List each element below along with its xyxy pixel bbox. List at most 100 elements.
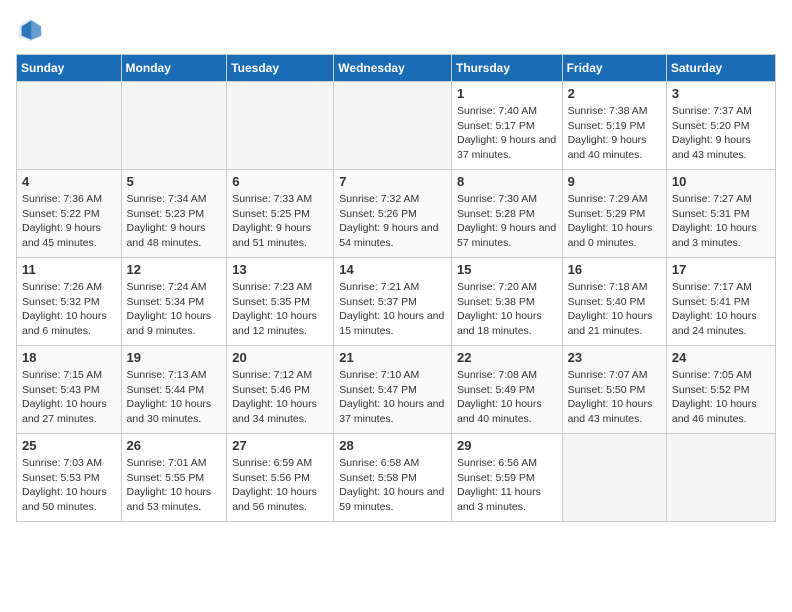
weekday-header-tuesday: Tuesday bbox=[227, 55, 334, 82]
day-number: 24 bbox=[672, 350, 770, 365]
calendar-cell: 14 Sunrise: 7:21 AMSunset: 5:37 PMDayligh… bbox=[334, 258, 452, 346]
day-info: Sunrise: 7:13 AMSunset: 5:44 PMDaylight:… bbox=[127, 368, 222, 427]
day-info: Sunrise: 7:36 AMSunset: 5:22 PMDaylight:… bbox=[22, 192, 116, 251]
day-number: 5 bbox=[127, 174, 222, 189]
day-number: 7 bbox=[339, 174, 446, 189]
calendar-cell: 24 Sunrise: 7:05 AMSunset: 5:52 PMDayligh… bbox=[666, 346, 775, 434]
day-info: Sunrise: 7:08 AMSunset: 5:49 PMDaylight:… bbox=[457, 368, 557, 427]
calendar-week-row: 18 Sunrise: 7:15 AMSunset: 5:43 PMDayligh… bbox=[17, 346, 776, 434]
day-info: Sunrise: 7:15 AMSunset: 5:43 PMDaylight:… bbox=[22, 368, 116, 427]
day-number: 6 bbox=[232, 174, 328, 189]
calendar-week-row: 11 Sunrise: 7:26 AMSunset: 5:32 PMDayligh… bbox=[17, 258, 776, 346]
day-info: Sunrise: 7:21 AMSunset: 5:37 PMDaylight:… bbox=[339, 280, 446, 339]
calendar-cell: 27 Sunrise: 6:59 AMSunset: 5:56 PMDayligh… bbox=[227, 434, 334, 522]
day-info: Sunrise: 7:37 AMSunset: 5:20 PMDaylight:… bbox=[672, 104, 770, 163]
day-info: Sunrise: 7:29 AMSunset: 5:29 PMDaylight:… bbox=[568, 192, 661, 251]
day-number: 17 bbox=[672, 262, 770, 277]
calendar-cell bbox=[562, 434, 666, 522]
calendar-week-row: 1Sunrise: 7:40 AMSunset: 5:17 PMDaylight… bbox=[17, 82, 776, 170]
calendar-cell: 9 Sunrise: 7:29 AMSunset: 5:29 PMDaylight… bbox=[562, 170, 666, 258]
calendar-cell bbox=[334, 82, 452, 170]
calendar-cell: 23 Sunrise: 7:07 AMSunset: 5:50 PMDayligh… bbox=[562, 346, 666, 434]
day-number: 12 bbox=[127, 262, 222, 277]
day-info: Sunrise: 7:17 AMSunset: 5:41 PMDaylight:… bbox=[672, 280, 770, 339]
weekday-header-row: SundayMondayTuesdayWednesdayThursdayFrid… bbox=[17, 55, 776, 82]
day-number: 11 bbox=[22, 262, 116, 277]
calendar-cell: 16 Sunrise: 7:18 AMSunset: 5:40 PMDayligh… bbox=[562, 258, 666, 346]
day-info: Sunrise: 7:32 AMSunset: 5:26 PMDaylight:… bbox=[339, 192, 446, 251]
weekday-header-thursday: Thursday bbox=[451, 55, 562, 82]
day-info: Sunrise: 7:18 AMSunset: 5:40 PMDaylight:… bbox=[568, 280, 661, 339]
day-info: Sunrise: 7:12 AMSunset: 5:46 PMDaylight:… bbox=[232, 368, 328, 427]
day-number: 2 bbox=[568, 86, 661, 101]
weekday-header-friday: Friday bbox=[562, 55, 666, 82]
day-number: 14 bbox=[339, 262, 446, 277]
calendar-cell: 6 Sunrise: 7:33 AMSunset: 5:25 PMDaylight… bbox=[227, 170, 334, 258]
day-number: 25 bbox=[22, 438, 116, 453]
logo bbox=[16, 16, 48, 44]
day-number: 26 bbox=[127, 438, 222, 453]
calendar-cell: 13 Sunrise: 7:23 AMSunset: 5:35 PMDayligh… bbox=[227, 258, 334, 346]
calendar-cell: 28 Sunrise: 6:58 AMSunset: 5:58 PMDayligh… bbox=[334, 434, 452, 522]
day-info: Sunrise: 6:59 AMSunset: 5:56 PMDaylight:… bbox=[232, 456, 328, 515]
day-number: 1 bbox=[457, 86, 557, 101]
weekday-header-monday: Monday bbox=[121, 55, 227, 82]
calendar-cell: 17 Sunrise: 7:17 AMSunset: 5:41 PMDayligh… bbox=[666, 258, 775, 346]
day-info: Sunrise: 7:01 AMSunset: 5:55 PMDaylight:… bbox=[127, 456, 222, 515]
day-info: Sunrise: 7:03 AMSunset: 5:53 PMDaylight:… bbox=[22, 456, 116, 515]
calendar-cell: 12 Sunrise: 7:24 AMSunset: 5:34 PMDayligh… bbox=[121, 258, 227, 346]
day-number: 27 bbox=[232, 438, 328, 453]
day-info: Sunrise: 7:10 AMSunset: 5:47 PMDaylight:… bbox=[339, 368, 446, 427]
calendar-cell: 20 Sunrise: 7:12 AMSunset: 5:46 PMDayligh… bbox=[227, 346, 334, 434]
weekday-header-sunday: Sunday bbox=[17, 55, 122, 82]
day-info: Sunrise: 7:26 AMSunset: 5:32 PMDaylight:… bbox=[22, 280, 116, 339]
day-number: 20 bbox=[232, 350, 328, 365]
day-number: 16 bbox=[568, 262, 661, 277]
day-info: Sunrise: 7:33 AMSunset: 5:25 PMDaylight:… bbox=[232, 192, 328, 251]
day-info: Sunrise: 7:34 AMSunset: 5:23 PMDaylight:… bbox=[127, 192, 222, 251]
calendar-cell: 8 Sunrise: 7:30 AMSunset: 5:28 PMDaylight… bbox=[451, 170, 562, 258]
calendar-cell: 2 Sunrise: 7:38 AMSunset: 5:19 PMDaylight… bbox=[562, 82, 666, 170]
day-info: Sunrise: 7:05 AMSunset: 5:52 PMDaylight:… bbox=[672, 368, 770, 427]
calendar-table: SundayMondayTuesdayWednesdayThursdayFrid… bbox=[16, 54, 776, 522]
day-number: 4 bbox=[22, 174, 116, 189]
calendar-cell: 18 Sunrise: 7:15 AMSunset: 5:43 PMDayligh… bbox=[17, 346, 122, 434]
day-info: Sunrise: 7:38 AMSunset: 5:19 PMDaylight:… bbox=[568, 104, 661, 163]
day-number: 19 bbox=[127, 350, 222, 365]
calendar-cell: 15Sunrise: 7:20 AMSunset: 5:38 PMDayligh… bbox=[451, 258, 562, 346]
day-number: 13 bbox=[232, 262, 328, 277]
day-info: Sunrise: 7:20 AMSunset: 5:38 PMDaylight:… bbox=[457, 280, 557, 339]
day-number: 18 bbox=[22, 350, 116, 365]
day-number: 29 bbox=[457, 438, 557, 453]
calendar-week-row: 4 Sunrise: 7:36 AMSunset: 5:22 PMDaylight… bbox=[17, 170, 776, 258]
calendar-cell bbox=[121, 82, 227, 170]
logo-icon bbox=[16, 16, 44, 44]
page-header bbox=[16, 16, 776, 44]
day-number: 9 bbox=[568, 174, 661, 189]
weekday-header-saturday: Saturday bbox=[666, 55, 775, 82]
calendar-cell: 25 Sunrise: 7:03 AMSunset: 5:53 PMDayligh… bbox=[17, 434, 122, 522]
day-number: 21 bbox=[339, 350, 446, 365]
day-info: Sunrise: 6:56 AMSunset: 5:59 PMDaylight:… bbox=[457, 456, 557, 515]
calendar-cell: 5 Sunrise: 7:34 AMSunset: 5:23 PMDaylight… bbox=[121, 170, 227, 258]
day-number: 10 bbox=[672, 174, 770, 189]
calendar-week-row: 25 Sunrise: 7:03 AMSunset: 5:53 PMDayligh… bbox=[17, 434, 776, 522]
day-info: Sunrise: 7:30 AMSunset: 5:28 PMDaylight:… bbox=[457, 192, 557, 251]
calendar-cell bbox=[227, 82, 334, 170]
calendar-cell: 1Sunrise: 7:40 AMSunset: 5:17 PMDaylight… bbox=[451, 82, 562, 170]
day-info: Sunrise: 6:58 AMSunset: 5:58 PMDaylight:… bbox=[339, 456, 446, 515]
weekday-header-wednesday: Wednesday bbox=[334, 55, 452, 82]
calendar-cell bbox=[17, 82, 122, 170]
calendar-cell: 4 Sunrise: 7:36 AMSunset: 5:22 PMDaylight… bbox=[17, 170, 122, 258]
day-number: 23 bbox=[568, 350, 661, 365]
calendar-cell: 19 Sunrise: 7:13 AMSunset: 5:44 PMDayligh… bbox=[121, 346, 227, 434]
day-info: Sunrise: 7:07 AMSunset: 5:50 PMDaylight:… bbox=[568, 368, 661, 427]
day-number: 22 bbox=[457, 350, 557, 365]
calendar-cell: 21 Sunrise: 7:10 AMSunset: 5:47 PMDayligh… bbox=[334, 346, 452, 434]
calendar-cell: 22 Sunrise: 7:08 AMSunset: 5:49 PMDayligh… bbox=[451, 346, 562, 434]
day-number: 28 bbox=[339, 438, 446, 453]
calendar-cell: 7 Sunrise: 7:32 AMSunset: 5:26 PMDaylight… bbox=[334, 170, 452, 258]
day-info: Sunrise: 7:23 AMSunset: 5:35 PMDaylight:… bbox=[232, 280, 328, 339]
day-number: 8 bbox=[457, 174, 557, 189]
day-info: Sunrise: 7:24 AMSunset: 5:34 PMDaylight:… bbox=[127, 280, 222, 339]
